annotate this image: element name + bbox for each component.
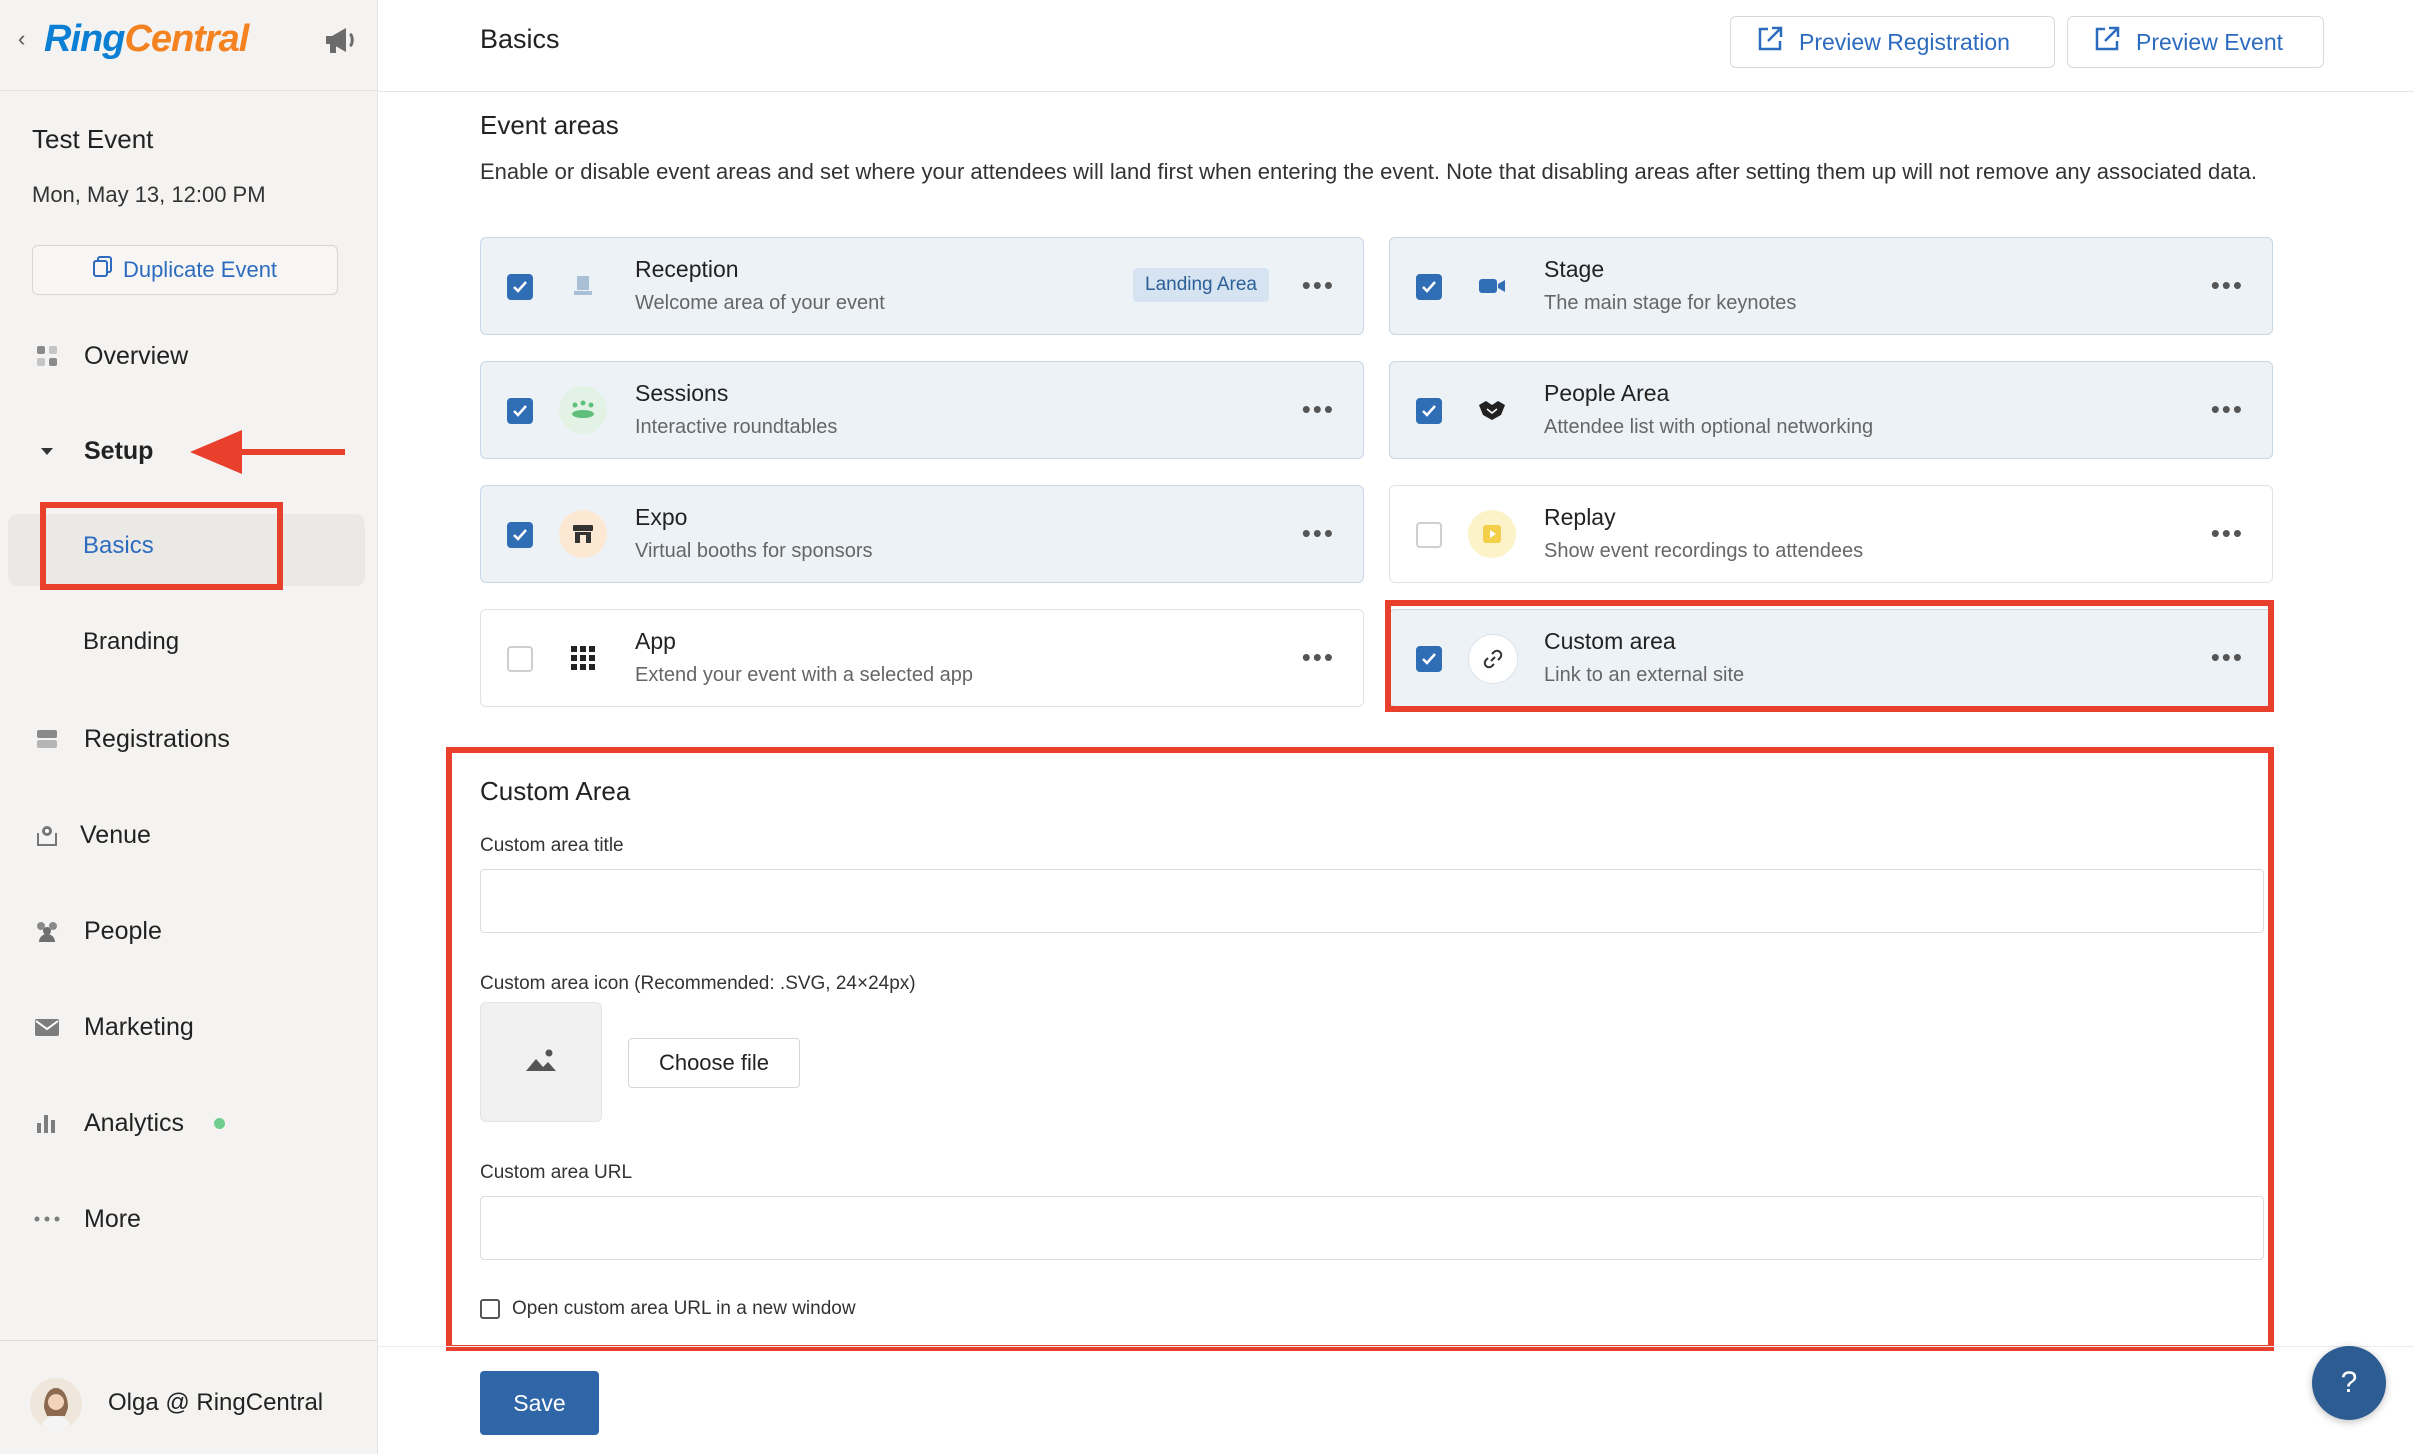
event-areas-title: Event areas: [480, 110, 619, 140]
user-name[interactable]: Olga @ RingCentral: [108, 1389, 323, 1417]
back-chevron-icon[interactable]: ‹: [18, 26, 25, 52]
reception-icon: [559, 262, 607, 310]
area-card-app[interactable]: App Extend your event with a selected ap…: [480, 609, 1364, 707]
handshake-icon: [1468, 386, 1516, 434]
area-card-people[interactable]: People Area Attendee list with optional …: [1389, 361, 2273, 459]
nav-setup[interactable]: Setup: [32, 427, 153, 475]
user-avatar: [30, 1378, 82, 1430]
image-placeholder-icon: [524, 1047, 558, 1078]
nav-registrations[interactable]: Registrations: [32, 715, 230, 763]
location-icon: [32, 820, 62, 850]
area-card-expo[interactable]: Expo Virtual booths for sponsors •••: [480, 485, 1364, 583]
people-area-checkbox[interactable]: [1416, 398, 1442, 424]
new-window-option[interactable]: Open custom area URL in a new window: [480, 1298, 856, 1320]
ticket-icon: [32, 724, 62, 754]
nav-marketing[interactable]: Marketing: [32, 1003, 194, 1051]
page-title: Basics: [480, 24, 560, 54]
reception-checkbox[interactable]: [507, 274, 533, 300]
nav-people[interactable]: People: [32, 907, 162, 955]
area-card-reception[interactable]: Reception Welcome area of your event Lan…: [480, 237, 1364, 335]
copy-icon: [92, 256, 113, 284]
preview-registration-button[interactable]: Preview Registration: [1730, 16, 2055, 68]
event-title: Test Event: [32, 124, 154, 154]
help-button[interactable]: ?: [2312, 1346, 2386, 1420]
video-camera-icon: [1468, 262, 1516, 310]
custom-area-card-highlight: [1385, 600, 2274, 712]
stage-checkbox[interactable]: [1416, 274, 1442, 300]
event-date: Mon, May 13, 12:00 PM: [32, 182, 266, 207]
nav-more[interactable]: More: [32, 1195, 141, 1243]
more-options-icon[interactable]: •••: [2211, 270, 2244, 301]
external-link-icon: [1757, 26, 1783, 58]
replay-checkbox[interactable]: [1416, 522, 1442, 548]
app-grid-icon: [559, 634, 607, 682]
area-card-sessions[interactable]: Sessions Interactive roundtables •••: [480, 361, 1364, 459]
expo-checkbox[interactable]: [507, 522, 533, 548]
more-options-icon[interactable]: •••: [1302, 642, 1335, 673]
area-card-stage[interactable]: Stage The main stage for keynotes •••: [1389, 237, 2273, 335]
nav-overview[interactable]: Overview: [32, 332, 188, 380]
roundtable-icon: [559, 386, 607, 434]
area-card-replay[interactable]: Replay Show event recordings to attendee…: [1389, 485, 2273, 583]
custom-area-icon-label: Custom area icon (Recommended: .SVG, 24×…: [480, 973, 916, 994]
custom-area-url-input[interactable]: [480, 1196, 2264, 1260]
nav-branding[interactable]: Branding: [83, 628, 179, 656]
event-areas-description: Enable or disable event areas and set wh…: [480, 159, 2257, 184]
ringcentral-logo: RingCentral: [44, 18, 249, 60]
nav-analytics[interactable]: Analytics: [32, 1099, 226, 1147]
more-options-icon[interactable]: •••: [1302, 518, 1335, 549]
landing-area-badge: Landing Area: [1133, 268, 1269, 302]
duplicate-event-button[interactable]: Duplicate Event: [32, 245, 338, 295]
save-button[interactable]: Save: [480, 1371, 599, 1435]
caret-down-icon: [32, 436, 62, 466]
megaphone-icon[interactable]: [322, 24, 358, 61]
nav-venue[interactable]: Venue: [32, 811, 151, 859]
more-dots-icon: [32, 1204, 62, 1234]
annotation-arrow: [190, 430, 350, 479]
app-checkbox[interactable]: [507, 646, 533, 672]
more-options-icon[interactable]: •••: [1302, 270, 1335, 301]
more-options-icon[interactable]: •••: [1302, 394, 1335, 425]
people-icon: [32, 916, 62, 946]
footer-divider: [378, 1346, 2414, 1347]
nav-basics[interactable]: Basics: [83, 532, 154, 560]
choose-file-button[interactable]: Choose file: [628, 1038, 800, 1088]
basics-highlight-box: [40, 502, 283, 590]
sessions-checkbox[interactable]: [507, 398, 533, 424]
analytics-status-dot: [214, 1117, 226, 1129]
preview-event-button[interactable]: Preview Event: [2067, 16, 2324, 68]
new-window-checkbox[interactable]: [480, 1299, 500, 1319]
booth-icon: [559, 510, 607, 558]
bar-chart-icon: [32, 1108, 62, 1138]
custom-area-url-label: Custom area URL: [480, 1162, 633, 1183]
custom-area-title-label: Custom area title: [480, 835, 624, 856]
play-icon: [1468, 510, 1516, 558]
external-link-icon: [2094, 26, 2120, 58]
grid-icon: [32, 341, 62, 371]
more-options-icon[interactable]: •••: [2211, 518, 2244, 549]
custom-area-title: Custom Area: [480, 776, 631, 806]
icon-preview-box: [480, 1002, 602, 1122]
mail-icon: [32, 1012, 62, 1042]
more-options-icon[interactable]: •••: [2211, 394, 2244, 425]
custom-area-title-input[interactable]: [480, 869, 2264, 933]
